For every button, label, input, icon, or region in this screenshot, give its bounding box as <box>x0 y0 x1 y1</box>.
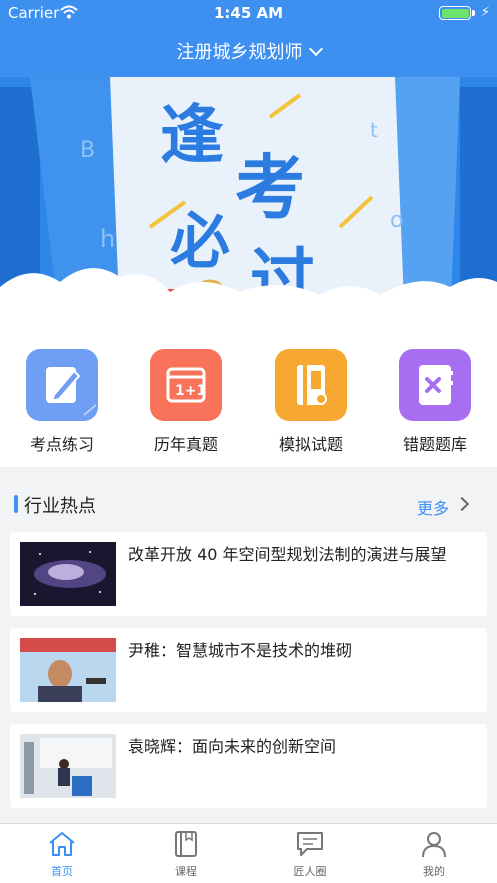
status-time: 1:45 AM <box>213 4 284 22</box>
svg-text:h: h <box>100 225 115 253</box>
status-bar: Carrier 1:45 AM ⚡ <box>0 0 497 26</box>
news-thumbnail <box>20 734 116 798</box>
news-title: 尹稚：智慧城市不是技术的堆砌 <box>128 641 353 660</box>
more-link[interactable]: 更多 <box>417 495 449 519</box>
news-thumbnail <box>20 542 116 606</box>
svg-text:1+1: 1+1 <box>175 383 206 399</box>
news-title: 袁晓辉：面向未来的创新空间 <box>128 737 337 756</box>
tab-home[interactable]: 首页 <box>22 830 102 879</box>
category-label: 模拟试题 <box>278 435 343 454</box>
news-item[interactable]: 尹稚：智慧城市不是技术的堆砌 <box>10 628 487 712</box>
category-practice[interactable]: 考点练习 <box>7 349 117 455</box>
category-grid: 考点练习 1+1 历年真题 模拟试题 错题题库 <box>0 327 497 467</box>
chevron-down-icon <box>308 41 323 57</box>
x-notebook-icon <box>399 349 471 421</box>
battery-icon <box>439 6 471 20</box>
svg-text:逢: 逢 <box>160 99 224 173</box>
tab-courses[interactable]: 课程 <box>146 830 226 879</box>
news-item[interactable]: 改革开放 40 年空间型规划法制的演进与展望 <box>10 532 487 616</box>
category-wrong-questions[interactable]: 错题题库 <box>380 349 490 455</box>
svg-text:考: 考 <box>235 147 305 229</box>
tab-label: 课程 <box>175 865 197 878</box>
calendar-icon: 1+1 <box>150 349 222 421</box>
category-label: 错题题库 <box>402 435 467 454</box>
user-icon <box>422 832 446 858</box>
svg-text:B: B <box>80 138 95 163</box>
section-title: 行业热点 <box>24 496 96 517</box>
svg-text:o: o <box>390 208 403 233</box>
chevron-right-icon[interactable] <box>454 496 470 512</box>
chat-icon <box>297 832 323 856</box>
category-past-exams[interactable]: 1+1 历年真题 <box>131 349 241 455</box>
book-icon <box>275 349 347 421</box>
app-header: Carrier 1:45 AM ⚡ 注册城乡规划师 <box>0 0 497 77</box>
category-label: 考点练习 <box>29 435 94 454</box>
svg-text:必: 必 <box>170 207 230 277</box>
page-title: 注册城乡规划师 <box>176 42 303 63</box>
category-label: 历年真题 <box>153 435 218 454</box>
tab-bar: 首页 课程 匠人圈 我的 <box>0 823 497 883</box>
promo-banner[interactable]: 逢 考 必 过 B o t h <box>0 77 497 327</box>
tab-profile[interactable]: 我的 <box>394 830 474 879</box>
svg-text:t: t <box>370 118 378 142</box>
exam-selector[interactable]: 注册城乡规划师 <box>0 38 497 64</box>
tab-label: 我的 <box>423 865 445 878</box>
tab-community[interactable]: 匠人圈 <box>270 830 350 879</box>
charging-icon: ⚡ <box>480 5 490 20</box>
news-thumbnail <box>20 638 116 702</box>
section-header: 行业热点 更多 <box>0 480 497 526</box>
banner-illustration: 逢 考 必 过 B o t h <box>0 77 497 327</box>
pencil-note-icon <box>26 349 98 421</box>
news-title: 改革开放 40 年空间型规划法制的演进与展望 <box>128 545 447 564</box>
tab-label: 首页 <box>51 865 73 878</box>
home-icon <box>49 832 75 856</box>
tab-label: 匠人圈 <box>293 865 327 878</box>
news-item[interactable]: 袁晓辉：面向未来的创新空间 <box>10 724 487 808</box>
section-accent-bar <box>14 495 18 513</box>
book-icon <box>175 831 197 857</box>
category-mock-exams[interactable]: 模拟试题 <box>256 349 366 455</box>
